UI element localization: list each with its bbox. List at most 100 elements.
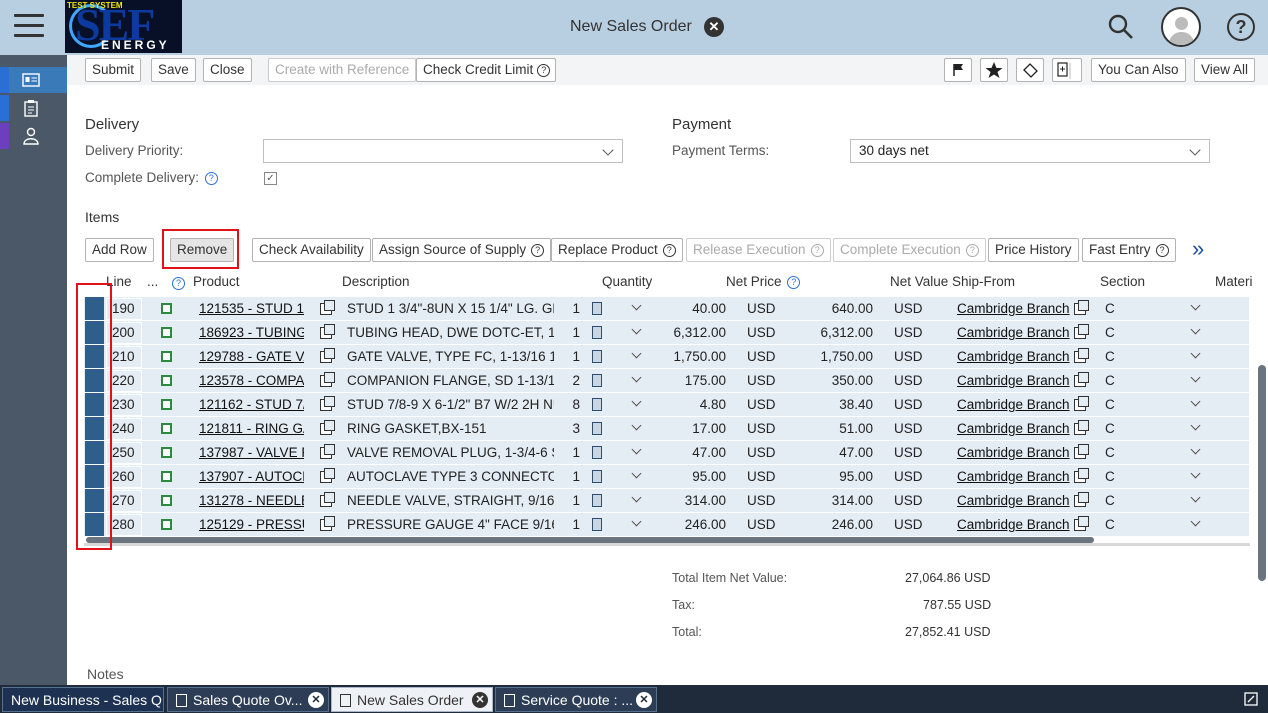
product-link[interactable]: 121535 - STUD 1 3 <box>199 301 304 316</box>
open-external-icon[interactable] <box>320 444 335 459</box>
save-button[interactable]: Save <box>151 58 196 82</box>
check-credit-limit-button[interactable]: Check Credit Limit? <box>416 58 557 82</box>
chevron-down-icon[interactable] <box>1190 300 1201 311</box>
view-all-button[interactable]: View All <box>1194 58 1256 82</box>
chevron-down-icon[interactable] <box>1190 324 1201 335</box>
product-link[interactable]: 125129 - PRESSU <box>199 517 304 532</box>
col-header-description[interactable]: Description <box>342 274 410 289</box>
chevron-down-icon[interactable] <box>1190 516 1201 527</box>
section-value[interactable]: C <box>1105 421 1115 436</box>
chevron-down-icon[interactable] <box>1190 396 1201 407</box>
section-value[interactable]: C <box>1105 373 1115 388</box>
col-header-product[interactable]: Product <box>193 274 240 289</box>
table-row[interactable]: 210 129788 - GATE VA GATE VALVE, TYPE FC, … <box>84 345 1249 369</box>
chevron-down-icon[interactable] <box>1190 492 1201 503</box>
ship-from-link[interactable]: Cambridge Branch <box>957 325 1070 340</box>
open-external-icon[interactable] <box>1074 324 1089 339</box>
open-external-icon[interactable] <box>320 372 335 387</box>
ship-from-link[interactable]: Cambridge Branch <box>957 421 1070 436</box>
table-row[interactable]: 250 137987 - VALVE R VALVE REMOVAL PLUG, 1… <box>84 441 1249 465</box>
close-icon[interactable]: ✕ <box>636 692 652 708</box>
ship-from-link[interactable]: Cambridge Branch <box>957 445 1070 460</box>
open-external-icon[interactable] <box>320 324 335 339</box>
table-row[interactable]: 260 137907 - AUTOCL AUTOCLAVE TYPE 3 CONNE… <box>84 465 1249 489</box>
quantity-value[interactable]: 1 <box>562 349 580 364</box>
more-actions-icon[interactable]: » <box>1192 238 1204 260</box>
create-with-reference-button[interactable]: Create with Reference <box>268 58 417 82</box>
chevron-down-icon[interactable] <box>1190 372 1201 383</box>
calculator-icon[interactable] <box>592 302 602 315</box>
ship-from-link[interactable]: Cambridge Branch <box>957 493 1070 508</box>
calculator-icon[interactable] <box>592 494 602 507</box>
quantity-value[interactable]: 8 <box>562 397 580 412</box>
open-external-icon[interactable] <box>1074 444 1089 459</box>
task-tab-sales-quote-business[interactable]: New Business - Sales Q... <box>2 687 164 712</box>
open-external-icon[interactable] <box>320 516 335 531</box>
nav-item-contacts[interactable] <box>0 123 67 149</box>
favorite-button[interactable] <box>980 58 1008 82</box>
task-tab-service-quote[interactable]: Service Quote : ... ✕ <box>495 687 657 712</box>
col-header-net-value[interactable]: Net Value <box>890 274 948 289</box>
quantity-value[interactable]: 1 <box>562 301 580 316</box>
open-external-icon[interactable] <box>1074 492 1089 507</box>
chevron-down-icon[interactable] <box>631 468 642 479</box>
open-external-icon[interactable] <box>1074 372 1089 387</box>
fast-entry-button[interactable]: Fast Entry? <box>1082 238 1176 262</box>
calculator-icon[interactable] <box>592 470 602 483</box>
table-row[interactable]: 220 123578 - COMPAN COMPANION FLANGE, SD 1… <box>84 369 1249 393</box>
chevron-down-icon[interactable] <box>631 444 642 455</box>
product-link[interactable]: 137907 - AUTOCL <box>199 469 304 484</box>
section-value[interactable]: C <box>1105 493 1115 508</box>
product-link[interactable]: 137987 - VALVE R <box>199 445 304 460</box>
open-external-icon[interactable] <box>1074 420 1089 435</box>
open-external-icon[interactable] <box>1074 300 1089 315</box>
payment-terms-select[interactable]: 30 days net <box>850 139 1210 163</box>
close-button[interactable]: Close <box>203 58 252 82</box>
chevron-down-icon[interactable] <box>631 372 642 383</box>
chevron-down-icon[interactable] <box>1190 468 1201 479</box>
col-header-section[interactable]: Section <box>1100 274 1145 289</box>
quantity-value[interactable]: 3 <box>562 421 580 436</box>
chevron-down-icon[interactable] <box>631 396 642 407</box>
chevron-down-icon[interactable] <box>1190 348 1201 359</box>
new-document-button[interactable] <box>1052 58 1082 82</box>
table-row[interactable]: 240 121811 - RING GA RING GASKET,BX-151 3 17… <box>84 417 1249 441</box>
table-row[interactable]: 280 125129 - PRESSU PRESSURE GAUGE 4" FACE… <box>84 513 1249 537</box>
open-external-icon[interactable] <box>320 420 335 435</box>
product-link[interactable]: 186923 - TUBING <box>199 325 304 340</box>
chevron-down-icon[interactable] <box>631 324 642 335</box>
calculator-icon[interactable] <box>592 326 602 339</box>
section-value[interactable]: C <box>1105 349 1115 364</box>
ship-from-link[interactable]: Cambridge Branch <box>957 349 1070 364</box>
col-header-material[interactable]: Materi <box>1215 274 1253 289</box>
open-external-icon[interactable] <box>320 300 335 315</box>
chevron-down-icon[interactable] <box>1190 444 1201 455</box>
open-external-icon[interactable] <box>1074 396 1089 411</box>
submit-button[interactable]: Submit <box>85 58 142 82</box>
table-row[interactable]: 230 121162 - STUD 7/8 STUD 7/8-9 X 6-1/2" … <box>84 393 1249 417</box>
help-icon[interactable]: ? <box>1227 13 1255 41</box>
chevron-down-icon[interactable] <box>631 492 642 503</box>
col-header-dots[interactable]: ... <box>147 274 158 289</box>
chevron-down-icon[interactable] <box>631 348 642 359</box>
product-link[interactable]: 121811 - RING GA <box>199 421 304 436</box>
calculator-icon[interactable] <box>592 398 602 411</box>
chevron-down-icon[interactable] <box>631 516 642 527</box>
section-value[interactable]: C <box>1105 469 1115 484</box>
close-icon[interactable]: ✕ <box>472 692 488 708</box>
calculator-icon[interactable] <box>592 350 602 363</box>
expand-window-icon[interactable] <box>1244 692 1258 706</box>
complete-delivery-checkbox[interactable]: ✓ <box>264 172 277 185</box>
close-icon[interactable]: ✕ <box>308 692 324 708</box>
you-can-also-button[interactable]: You Can Also <box>1091 58 1186 82</box>
product-link[interactable]: 129788 - GATE VA <box>199 349 304 364</box>
tag-button[interactable] <box>1016 58 1044 82</box>
close-icon[interactable]: ✕ <box>704 17 724 37</box>
open-external-icon[interactable] <box>320 348 335 363</box>
quantity-value[interactable]: 1 <box>562 493 580 508</box>
open-external-icon[interactable] <box>320 396 335 411</box>
search-icon[interactable] <box>1108 14 1134 40</box>
quantity-value[interactable]: 1 <box>562 517 580 532</box>
quantity-value[interactable]: 1 <box>562 325 580 340</box>
section-value[interactable]: C <box>1105 517 1115 532</box>
